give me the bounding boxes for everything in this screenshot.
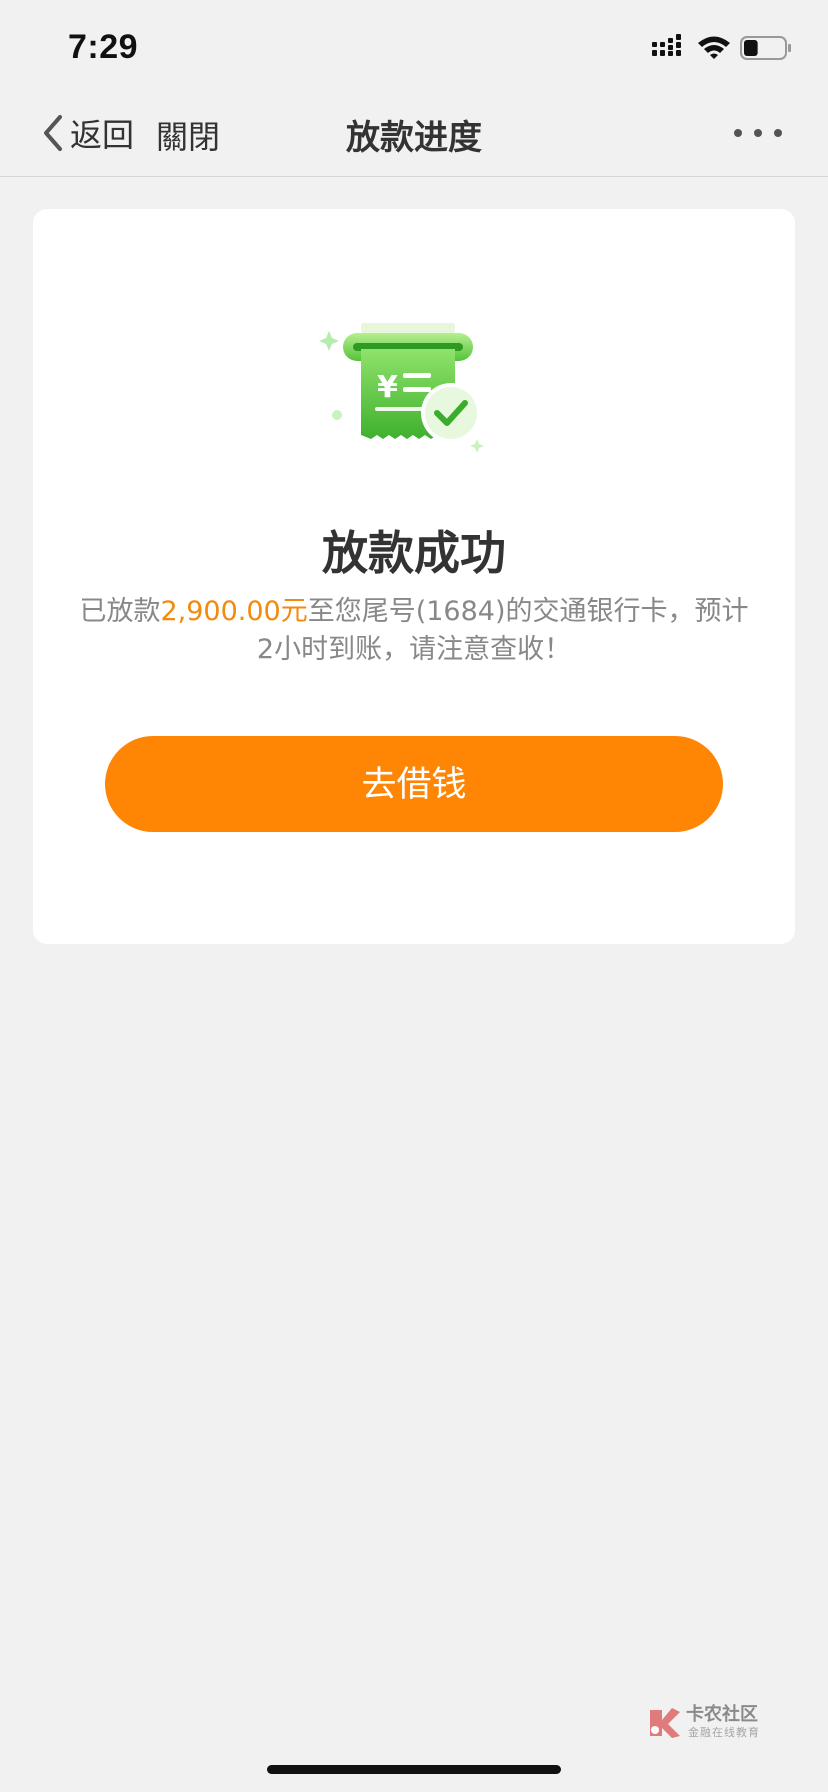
result-card: ¥ 放款成功 已放款2,900.00元至您尾号(1684)的交通银行卡，预计2小… bbox=[33, 209, 795, 944]
watermark-tagline: 金融在线教育 bbox=[688, 1726, 760, 1739]
cellular-signal-icon bbox=[652, 34, 681, 56]
success-title: 放款成功 bbox=[322, 526, 506, 580]
desc-body: 至您尾号(1684)的交通银行卡，预计2小时到账，请注意查收！ bbox=[256, 596, 749, 665]
wifi-icon bbox=[698, 36, 730, 59]
borrow-button[interactable]: 去借钱 bbox=[105, 736, 723, 832]
status-bar: 7:29 bbox=[0, 0, 828, 90]
home-indicator[interactable] bbox=[267, 1765, 561, 1774]
kanong-logo-icon bbox=[650, 1708, 680, 1738]
watermark: 卡农社区 金融在线教育 bbox=[646, 1700, 770, 1744]
more-dots-icon[interactable] bbox=[728, 110, 788, 156]
nav-bar: 返回 關閉 放款进度 bbox=[0, 90, 828, 177]
loan-amount: 2,900.00元 bbox=[160, 596, 308, 627]
status-time: 7:29 bbox=[68, 28, 139, 66]
receipt-check-icon: ¥ bbox=[319, 323, 484, 453]
success-description: 已放款2,900.00元至您尾号(1684)的交通银行卡，预计2小时到账，请注意… bbox=[79, 593, 749, 669]
svg-text:¥: ¥ bbox=[377, 370, 398, 405]
watermark-name: 卡农社区 bbox=[686, 1704, 758, 1725]
desc-prefix: 已放款 bbox=[79, 596, 161, 627]
battery-icon bbox=[740, 36, 791, 60]
page-title: 放款进度 bbox=[346, 118, 482, 158]
